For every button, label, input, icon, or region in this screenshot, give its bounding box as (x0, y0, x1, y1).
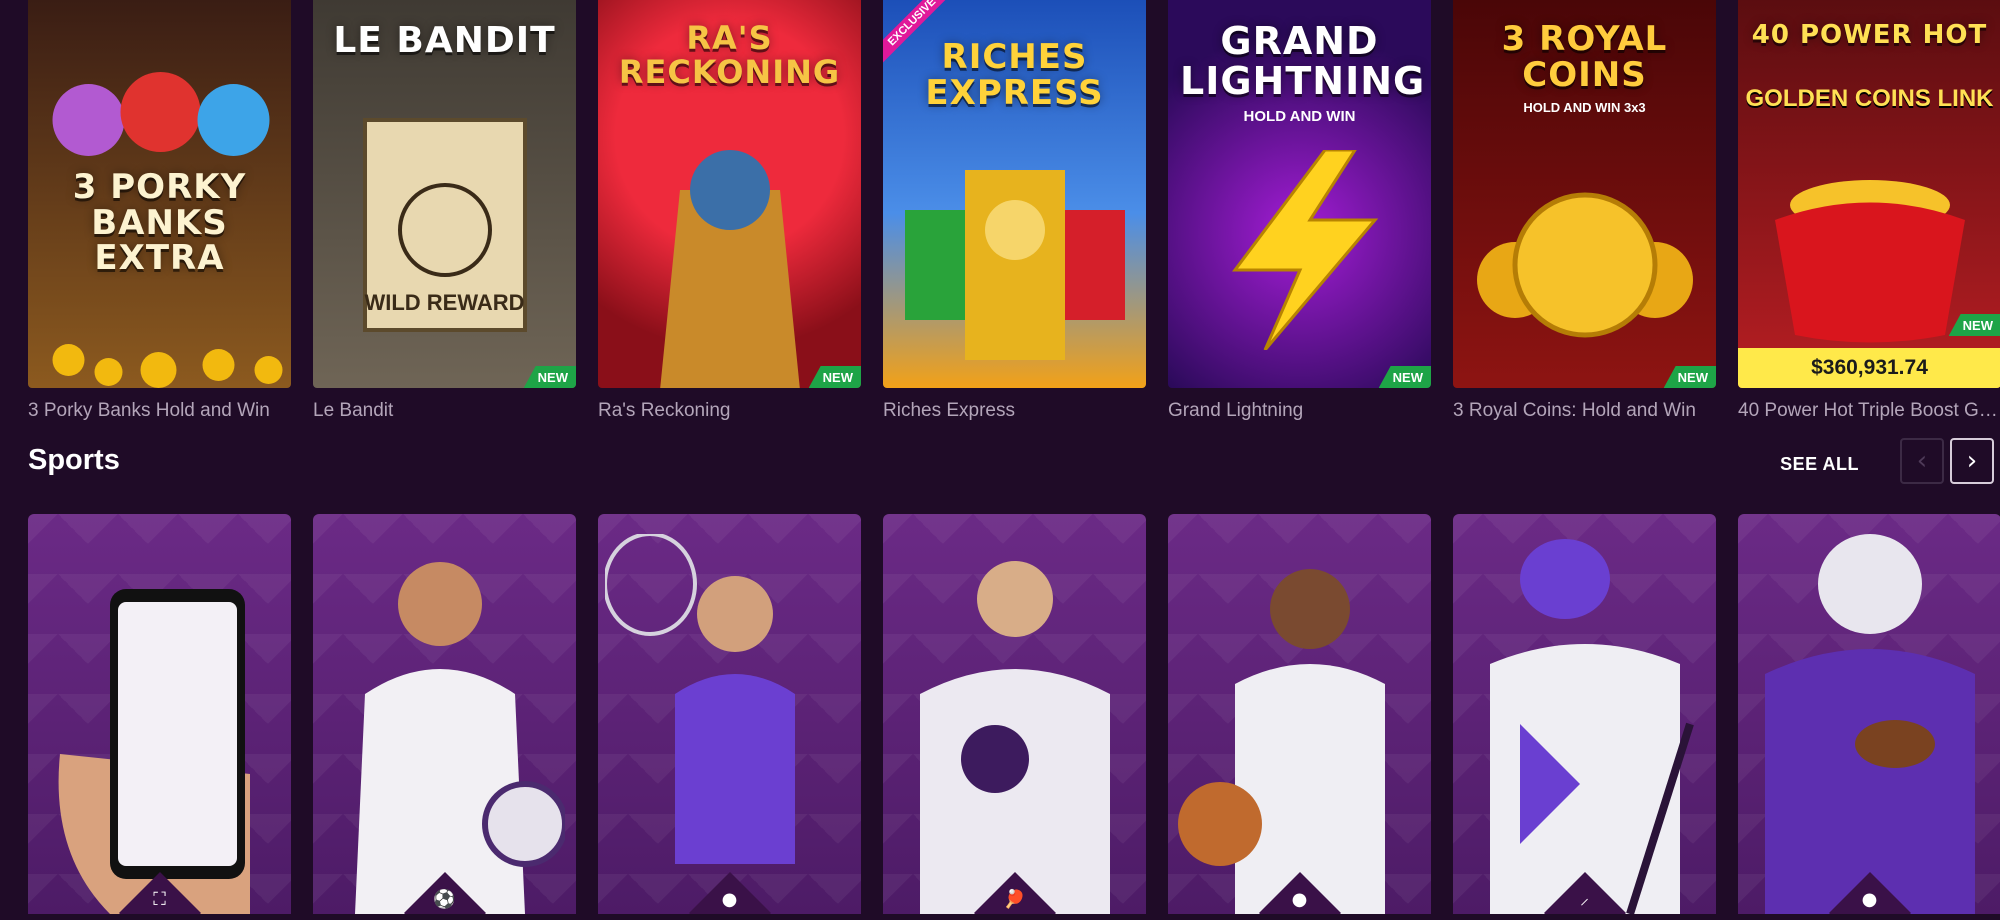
new-badge: NEW (523, 366, 576, 388)
game-title[interactable]: 3 Royal Coins: Hold and Win (1453, 400, 1716, 422)
game-card[interactable]: LE BANDIT WILD REWARD NEW Le Bandit (313, 0, 576, 422)
game-logo: 40 POWER HOT (1751, 20, 1988, 50)
game-thumbnail[interactable]: 3 PORKY BANKS EXTRA (28, 0, 291, 388)
sport-card-table-tennis[interactable]: 🏓 (883, 514, 1146, 914)
game-logo: 3 PORKY BANKS EXTRA (72, 167, 247, 279)
game-thumbnail[interactable]: EXCLUSIVE RICHES EXPRESS (883, 0, 1146, 388)
football-player-art (354, 562, 565, 914)
live-betting-icon: ⛶ (153, 889, 166, 910)
chevron-right-icon: › (1966, 446, 1978, 476)
carousel-next-button[interactable]: › (1950, 438, 1994, 484)
game-title[interactable]: Grand Lightning (1168, 400, 1431, 422)
game-subtitle: HOLD AND WIN (1243, 108, 1356, 125)
sport-card-live-betting[interactable]: ⛶ (28, 514, 291, 914)
game-title[interactable]: Le Bandit (313, 400, 576, 422)
american-football-player-art (1764, 534, 1975, 914)
poster-text: WILD REWARD (364, 290, 525, 315)
hockey-stick-icon: ⸝ (1580, 888, 1589, 909)
new-badge: NEW (1378, 366, 1431, 388)
carousel-prev-button[interactable]: ‹ (1900, 438, 1944, 484)
game-logo: GRAND LIGHTNING (1180, 19, 1426, 103)
sport-card-ice-hockey[interactable]: ⸝ (1453, 514, 1716, 914)
game-title[interactable]: Ra's Reckoning (598, 400, 861, 422)
game-logo: LE BANDIT (333, 20, 556, 61)
train-art (904, 170, 1125, 360)
jackpot-amount: $360,931.74 (1738, 348, 2000, 388)
game-card[interactable]: 40 POWER HOT GOLDEN COINS LINK NEW $360,… (1738, 0, 2000, 422)
game-card[interactable]: GRAND LIGHTNING HOLD AND WIN NEW Grand L… (1168, 0, 1431, 422)
game-title[interactable]: Riches Express (883, 400, 1146, 422)
game-logo: 3 ROYAL COINS (1501, 19, 1668, 95)
lightning-bolt-art (1231, 150, 1378, 350)
game-thumbnail[interactable]: 3 ROYAL COINS HOLD AND WIN 3x3 NEW (1453, 0, 1716, 388)
basketball-icon: ● (1291, 889, 1308, 910)
gold-coins-art (1476, 192, 1693, 338)
game-subtitle: GOLDEN COINS LINK (1745, 85, 1994, 112)
game-logo: RICHES EXPRESS (925, 37, 1104, 113)
game-card[interactable]: EXCLUSIVE RICHES EXPRESS Riches Express (883, 0, 1146, 422)
game-card[interactable]: 3 ROYAL COINS HOLD AND WIN 3x3 NEW 3 Roy… (1453, 0, 1716, 422)
basketball-player-art (1177, 569, 1385, 914)
section-title: Sports (28, 444, 120, 476)
football-icon: ⚽ (433, 889, 456, 910)
phone-in-hand-art (58, 589, 250, 914)
sports-header: Sports SEE ALL ‹ › (28, 436, 2000, 486)
game-logo: RA'S RECKONING (618, 19, 841, 91)
chevron-left-icon: ‹ (1916, 446, 1928, 476)
game-card[interactable]: RA'S RECKONING NEW Ra's Reckoning (598, 0, 861, 422)
game-thumbnail[interactable]: LE BANDIT WILD REWARD NEW (313, 0, 576, 388)
tennis-ball-icon: ● (721, 889, 738, 910)
games-row: 3 PORKY BANKS EXTRA 3 Porky Banks Hold a… (28, 0, 2000, 422)
game-thumbnail[interactable]: RA'S RECKONING NEW (598, 0, 861, 388)
game-thumbnail[interactable]: GRAND LIGHTNING HOLD AND WIN NEW (1168, 0, 1431, 388)
see-all-link[interactable]: SEE ALL (1780, 454, 1859, 475)
sport-card-football[interactable]: ⚽ (313, 514, 576, 914)
game-subtitle: HOLD AND WIN 3x3 (1523, 100, 1646, 115)
game-card[interactable]: 3 PORKY BANKS EXTRA 3 Porky Banks Hold a… (28, 0, 291, 422)
table-tennis-icon: 🏓 (1003, 889, 1026, 910)
sports-row: ⛶ ⚽ ● 🏓 ● ⸝ ● (28, 514, 2000, 914)
game-thumbnail[interactable]: 40 POWER HOT GOLDEN COINS LINK NEW $360,… (1738, 0, 2000, 388)
hockey-player-art (1489, 539, 1694, 914)
sport-card-tennis[interactable]: ● (598, 514, 861, 914)
gold-pot-art (1774, 180, 1965, 343)
pharaoh-art (659, 150, 800, 388)
american-football-icon: ● (1861, 889, 1878, 910)
tennis-player-art (604, 534, 795, 864)
sport-card-american-football[interactable]: ● (1738, 514, 2000, 914)
table-tennis-player-art (919, 561, 1110, 914)
game-title[interactable]: 40 Power Hot Triple Boost Golden Coins L… (1738, 400, 2000, 422)
game-title[interactable]: 3 Porky Banks Hold and Win (28, 400, 291, 422)
sport-card-basketball[interactable]: ● (1168, 514, 1431, 914)
